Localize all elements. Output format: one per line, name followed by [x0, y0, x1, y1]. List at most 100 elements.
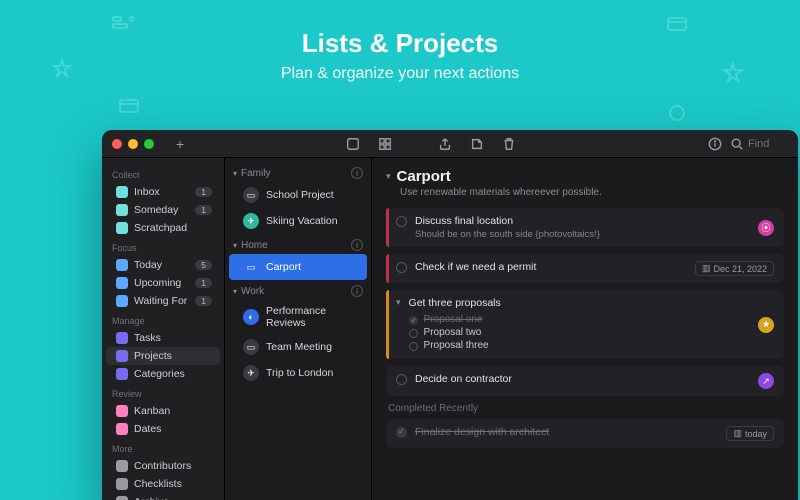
zoom-window-icon[interactable] — [144, 139, 154, 149]
task-discuss-location[interactable]: Discuss final locationShould be on the s… — [386, 208, 784, 247]
count-badge: 1 — [195, 278, 212, 288]
sidebar-item-scratchpad[interactable]: Scratchpad — [106, 219, 220, 237]
subtask-row[interactable]: Proposal one — [409, 313, 750, 326]
color-swatch-icon — [116, 423, 128, 435]
date-label: today — [745, 429, 767, 439]
project-item-team-meeting[interactable]: ▭Team Meeting — [229, 334, 367, 360]
completed-section-label: Completed Recently — [388, 403, 784, 414]
priority-bar — [386, 208, 389, 247]
project-label: Performance Reviews — [266, 305, 359, 329]
sidebar-item-kanban[interactable]: Kanban — [106, 402, 220, 420]
titlebar: + — [102, 130, 798, 158]
find-input[interactable] — [748, 138, 788, 150]
share-icon[interactable] — [430, 137, 460, 151]
task-title: Finalize design with architect — [415, 426, 718, 438]
color-swatch-icon — [116, 222, 128, 234]
project-item-skiing-vacation[interactable]: ✈Skiing Vacation — [229, 208, 367, 234]
chevron-down-icon[interactable]: ▾ — [386, 171, 391, 182]
sidebar-item-archive[interactable]: Archive — [106, 493, 220, 500]
project-item-school-project[interactable]: ▭School Project — [229, 182, 367, 208]
color-swatch-icon — [116, 277, 128, 289]
color-swatch-icon — [116, 332, 128, 344]
checkbox[interactable] — [409, 342, 418, 351]
minimize-window-icon[interactable] — [128, 139, 138, 149]
sidebar-section-label: Collect — [102, 164, 224, 183]
tag-icon[interactable]: ★ — [758, 317, 774, 333]
sidebar-item-label: Tasks — [134, 332, 212, 344]
sidebar-item-label: Projects — [134, 350, 212, 362]
sidebar-item-label: Inbox — [134, 186, 189, 198]
info-icon[interactable]: i — [351, 239, 363, 251]
project-group-header[interactable]: ▾ Work i — [225, 280, 371, 300]
task-get-proposals[interactable]: ▾Get three proposalsProposal oneProposal… — [386, 290, 784, 359]
traffic-lights — [102, 139, 154, 149]
sidebar-item-label: Kanban — [134, 405, 212, 417]
color-swatch-icon — [116, 350, 128, 362]
task-title: Discuss final location — [415, 215, 750, 227]
project-item-performance-reviews[interactable]: ◐Performance Reviews — [229, 300, 367, 334]
tag-icon[interactable]: ⦿ — [758, 220, 774, 236]
sidebar-item-dates[interactable]: Dates — [106, 420, 220, 438]
info-icon[interactable] — [700, 137, 730, 151]
due-date-chip[interactable]: ▥Dec 21, 2022 — [695, 261, 774, 276]
project-subtitle: Use renewable materials whereever possib… — [400, 187, 784, 198]
tag-icon[interactable]: ↗ — [758, 373, 774, 389]
sidebar-section-label: Focus — [102, 237, 224, 256]
layout-single-icon[interactable] — [338, 137, 368, 151]
count-badge: 1 — [195, 187, 212, 197]
subtask-row[interactable]: Proposal three — [409, 339, 750, 352]
count-badge: 1 — [195, 296, 212, 306]
task-decide-contractor[interactable]: Decide on contractor↗ — [386, 366, 784, 396]
sidebar-section-label: Review — [102, 383, 224, 402]
project-group-header[interactable]: ▾Familyi — [225, 162, 371, 182]
checkbox[interactable] — [396, 427, 407, 438]
sidebar-section-label: More — [102, 438, 224, 457]
project-icon: ▭ — [243, 187, 259, 203]
sidebar-item-inbox[interactable]: Inbox 1 — [106, 183, 220, 201]
group-label: Work — [241, 286, 264, 297]
layout-grid-icon[interactable] — [370, 137, 400, 151]
sidebar-item-label: Today — [134, 259, 189, 271]
add-button[interactable]: + — [168, 136, 192, 152]
checkbox[interactable] — [396, 262, 407, 273]
hero-subtitle: Plan & organize your next actions — [0, 65, 800, 83]
subtask-row[interactable]: Proposal two — [409, 326, 750, 339]
move-icon[interactable] — [462, 137, 492, 151]
close-window-icon[interactable] — [112, 139, 122, 149]
find-field[interactable] — [730, 137, 798, 151]
trash-icon[interactable] — [494, 137, 524, 151]
checkbox[interactable] — [396, 374, 407, 385]
sidebar-item-tasks[interactable]: Tasks — [106, 329, 220, 347]
app-window: + — [102, 130, 798, 500]
sidebar-item-categories[interactable]: Categories — [106, 365, 220, 383]
project-icon: ✈ — [243, 213, 259, 229]
sidebar-nav: CollectInbox1Someday1ScratchpadFocusToda… — [102, 158, 224, 500]
sidebar-item-today[interactable]: Today5 — [106, 256, 220, 274]
project-item-carport[interactable]: ▭Carport — [229, 254, 367, 280]
sidebar-item-label: Contributors — [134, 460, 212, 472]
project-item-trip-to-london[interactable]: ✈Trip to London — [229, 360, 367, 386]
sidebar-item-someday[interactable]: Someday1 — [106, 201, 220, 219]
projects-list: ▾Familyi▭School Project✈Skiing Vacation ▾… — [224, 158, 372, 500]
chevron-down-icon: ▾ — [233, 287, 237, 296]
sidebar-item-projects[interactable]: Projects — [106, 347, 220, 365]
checkbox[interactable] — [396, 216, 407, 227]
group-label: Home — [241, 240, 268, 251]
sidebar-item-contributors[interactable]: Contributors — [106, 457, 220, 475]
task-title: Get three proposals — [409, 297, 750, 309]
task-check-permit[interactable]: Check if we need a permit▥Dec 21, 2022 — [386, 254, 784, 283]
completed-task-finalize-design[interactable]: Finalize design with architect▥today — [386, 419, 784, 448]
sidebar-item-waiting[interactable]: Waiting For1 — [106, 292, 220, 310]
chevron-down-icon[interactable]: ▾ — [396, 297, 401, 352]
info-icon[interactable]: i — [351, 167, 363, 179]
project-group-header[interactable]: ▾Homei — [225, 234, 371, 254]
project-label: Trip to London — [266, 367, 333, 379]
project-detail: ▾ Carport Use renewable materials wheree… — [372, 158, 798, 500]
info-icon[interactable]: i — [351, 285, 363, 297]
sidebar-item-checklists[interactable]: Checklists — [106, 475, 220, 493]
checkbox[interactable] — [409, 316, 418, 325]
calendar-icon: ▥ — [702, 263, 711, 274]
chevron-down-icon: ▾ — [233, 169, 237, 178]
checkbox[interactable] — [409, 329, 418, 338]
sidebar-item-upcoming[interactable]: Upcoming1 — [106, 274, 220, 292]
